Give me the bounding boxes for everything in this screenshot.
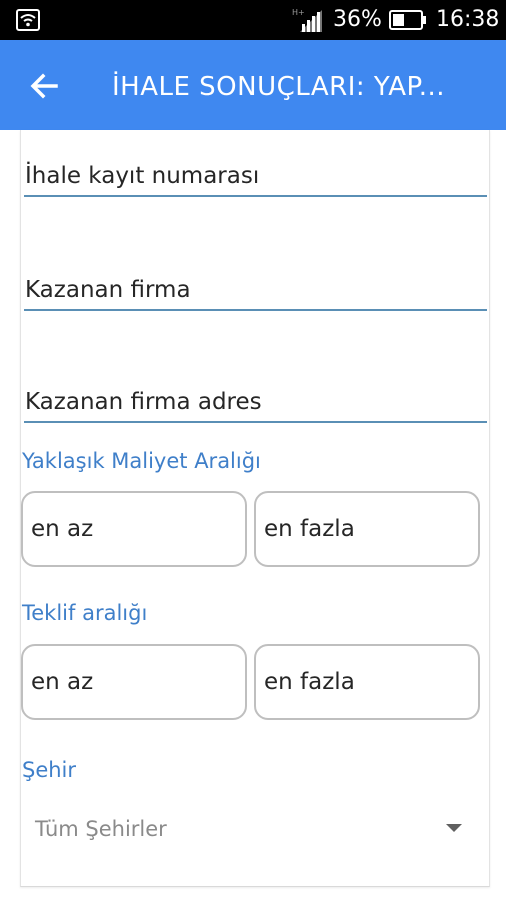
estimated-cost-min-input[interactable]: en az (21, 491, 247, 567)
winning-company-address-placeholder: Kazanan firma adres (25, 389, 262, 415)
winning-company-address-input[interactable]: Kazanan firma adres (24, 381, 487, 423)
page-title: İHALE SONUÇLARI: YAP... (112, 72, 445, 102)
clock: 16:38 (436, 7, 500, 32)
city-selected-value: Tüm Şehirler (35, 817, 167, 841)
record-number-input[interactable]: İhale kayıt numarası (24, 155, 487, 197)
bid-range-min-input[interactable]: en az (21, 644, 247, 720)
estimated-cost-max-placeholder: en fazla (264, 516, 355, 542)
estimated-cost-min-placeholder: en az (31, 516, 94, 542)
notification-icon (16, 9, 40, 31)
bid-range-max-placeholder: en fazla (264, 669, 355, 695)
app-bar: İHALE SONUÇLARI: YAP... (0, 40, 506, 130)
estimated-cost-max-input[interactable]: en fazla (254, 491, 480, 567)
city-select[interactable]: Tüm Şehirler (24, 807, 480, 853)
arrow-left-icon[interactable] (26, 68, 62, 104)
chevron-down-icon (446, 824, 462, 832)
status-bar: H+ 36% 16:38 (0, 0, 506, 40)
winning-company-placeholder: Kazanan firma (25, 277, 191, 303)
battery-percent: 36% (333, 7, 382, 32)
estimated-cost-label: Yaklaşık Maliyet Aralığı (22, 449, 261, 473)
search-form-card: İhale kayıt numarası Kazanan firma Kazan… (20, 130, 490, 887)
signal-icon: H+ (292, 8, 322, 32)
battery-icon (389, 10, 426, 30)
record-number-placeholder: İhale kayıt numarası (25, 163, 260, 189)
bid-range-max-input[interactable]: en fazla (254, 644, 480, 720)
winning-company-input[interactable]: Kazanan firma (24, 269, 487, 311)
bid-range-min-placeholder: en az (31, 669, 94, 695)
city-label: Şehir (22, 758, 77, 782)
svg-text:H+: H+ (292, 8, 305, 17)
bid-range-label: Teklif aralığı (22, 601, 148, 625)
